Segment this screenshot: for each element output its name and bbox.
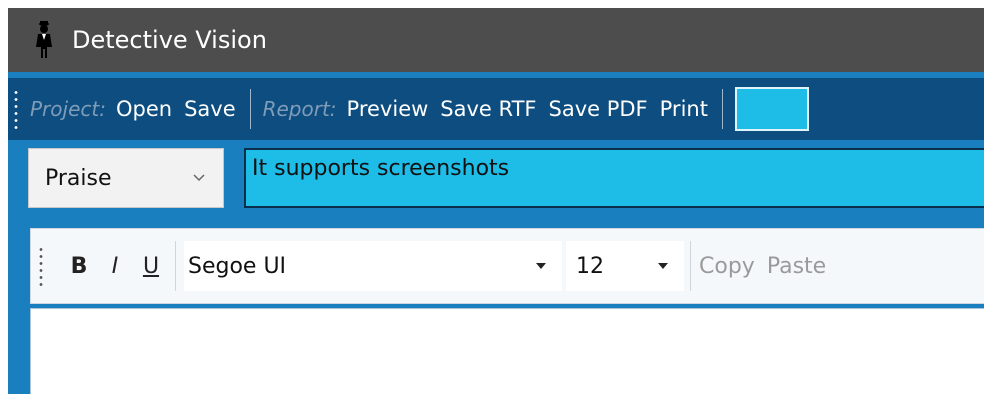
caret-down-icon (534, 261, 548, 271)
entry-row: Praise It supports screenshots (8, 140, 984, 216)
open-button[interactable]: Open (116, 97, 172, 121)
app-window: Detective Vision Project: Open Save Repo… (8, 8, 984, 394)
title-bar: Detective Vision (8, 8, 984, 72)
toolbar-grip[interactable] (39, 246, 43, 286)
italic-button[interactable]: I (97, 254, 133, 279)
main-toolbar: Project: Open Save Report: Preview Save … (8, 78, 984, 140)
category-dropdown[interactable]: Praise (28, 148, 224, 208)
toolbar-separator (249, 89, 251, 129)
text-editor[interactable] (30, 308, 984, 394)
save-button[interactable]: Save (184, 97, 236, 121)
project-label: Project: (30, 97, 106, 121)
caret-down-icon (656, 261, 670, 271)
print-button[interactable]: Print (660, 97, 708, 121)
detective-icon (30, 20, 58, 60)
report-label: Report: (262, 97, 337, 121)
preview-button[interactable]: Preview (347, 97, 429, 121)
toolbar-separator (721, 89, 723, 129)
toolbar-separator (175, 241, 176, 291)
save-rtf-button[interactable]: Save RTF (440, 97, 536, 121)
format-toolbar: B I U Segoe UI 12 Copy Paste (30, 228, 984, 304)
underline-button[interactable]: U (133, 254, 169, 279)
bold-button[interactable]: B (61, 254, 97, 279)
copy-button[interactable]: Copy (699, 254, 755, 279)
chevron-down-icon (189, 168, 209, 188)
save-pdf-button[interactable]: Save PDF (549, 97, 648, 121)
font-size-value: 12 (576, 253, 604, 279)
window-title: Detective Vision (72, 26, 267, 54)
toolbar-field[interactable] (734, 87, 809, 131)
entry-title-input[interactable]: It supports screenshots (244, 148, 984, 208)
category-value: Praise (45, 165, 112, 191)
font-size-dropdown[interactable]: 12 (566, 241, 684, 291)
paste-button[interactable]: Paste (767, 254, 826, 279)
toolbar-separator (690, 241, 691, 291)
font-family-value: Segoe UI (188, 253, 287, 279)
toolbar-grip[interactable] (14, 89, 18, 129)
font-family-dropdown[interactable]: Segoe UI (184, 241, 562, 291)
